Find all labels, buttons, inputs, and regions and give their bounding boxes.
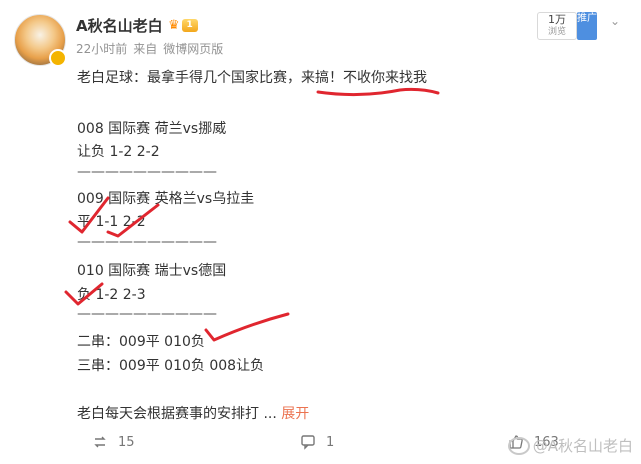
comment-icon <box>301 435 315 450</box>
repost-icon <box>94 436 106 448</box>
match-3-line: 负 1-2 2-3 <box>77 287 146 303</box>
weibo-watermark: @A秋名山老白 <box>507 435 633 456</box>
username[interactable]: A秋名山老白 <box>76 15 163 36</box>
post-source: 微博网页版 <box>163 42 224 56</box>
match-2-title: 009 国际赛 英格兰vs乌拉圭 <box>77 191 255 207</box>
promote-label: 推广 <box>577 13 597 24</box>
expand-link[interactable]: 展开 <box>281 406 309 422</box>
watermark-text: @A秋名山老白 <box>532 437 633 455</box>
intro-emphasis: 来搞！不收你来找我 <box>301 70 427 86</box>
parlay-2-line: 二串：009平 010负 <box>77 334 205 350</box>
repost-count: 15 <box>118 434 135 450</box>
source-prefix: 来自 <box>133 42 158 56</box>
post-time[interactable]: 22小时前 <box>76 42 127 56</box>
divider: —————————— <box>77 234 217 250</box>
outro-line: 老白每天会根据赛事的安排打 ... 展开 <box>77 403 309 423</box>
intro-text: 老白足球：最拿手得几个国家比赛， <box>77 70 301 86</box>
match-2-line: 平 1-1 2-2 <box>77 214 146 230</box>
underline-mark <box>316 87 440 97</box>
divider: —————————— <box>77 164 217 180</box>
comment-count: 1 <box>326 434 335 450</box>
comment-button[interactable]: 1 <box>300 434 334 450</box>
parlay-3-line: 三串：009平 010负 008让负 <box>77 358 265 374</box>
verified-badge-icon <box>49 49 67 67</box>
intro-line: 老白足球：最拿手得几个国家比赛，来搞！不收你来找我 <box>77 67 427 87</box>
check-mark-icon <box>204 312 290 342</box>
ellipsis: ... <box>259 406 277 422</box>
follow-count: 1万 <box>548 13 566 26</box>
follow-count-button[interactable]: 1万 浏览 <box>537 12 577 40</box>
follow-label: 浏览 <box>547 27 566 37</box>
match-1-line: 让负 1-2 2-2 <box>77 144 160 160</box>
post-meta: 22小时前 来自 微博网页版 <box>76 40 229 57</box>
avatar[interactable] <box>14 14 67 67</box>
crown-icon: ♛ <box>168 18 180 33</box>
vip-badge: ♛ 1 <box>168 17 204 34</box>
match-1-title: 008 国际赛 荷兰vs挪威 <box>77 121 227 137</box>
chevron-down-icon[interactable]: ⌄ <box>610 14 620 28</box>
repost-button[interactable]: 15 <box>92 434 135 450</box>
level-badge: 1 <box>181 19 198 32</box>
match-3-title: 010 国际赛 瑞士vs德国 <box>77 263 227 279</box>
divider: —————————— <box>77 306 217 322</box>
weibo-logo-icon <box>507 436 530 455</box>
promote-button[interactable]: 推广 <box>577 12 597 40</box>
outro-text: 老白每天会根据赛事的安排打 <box>77 406 259 422</box>
